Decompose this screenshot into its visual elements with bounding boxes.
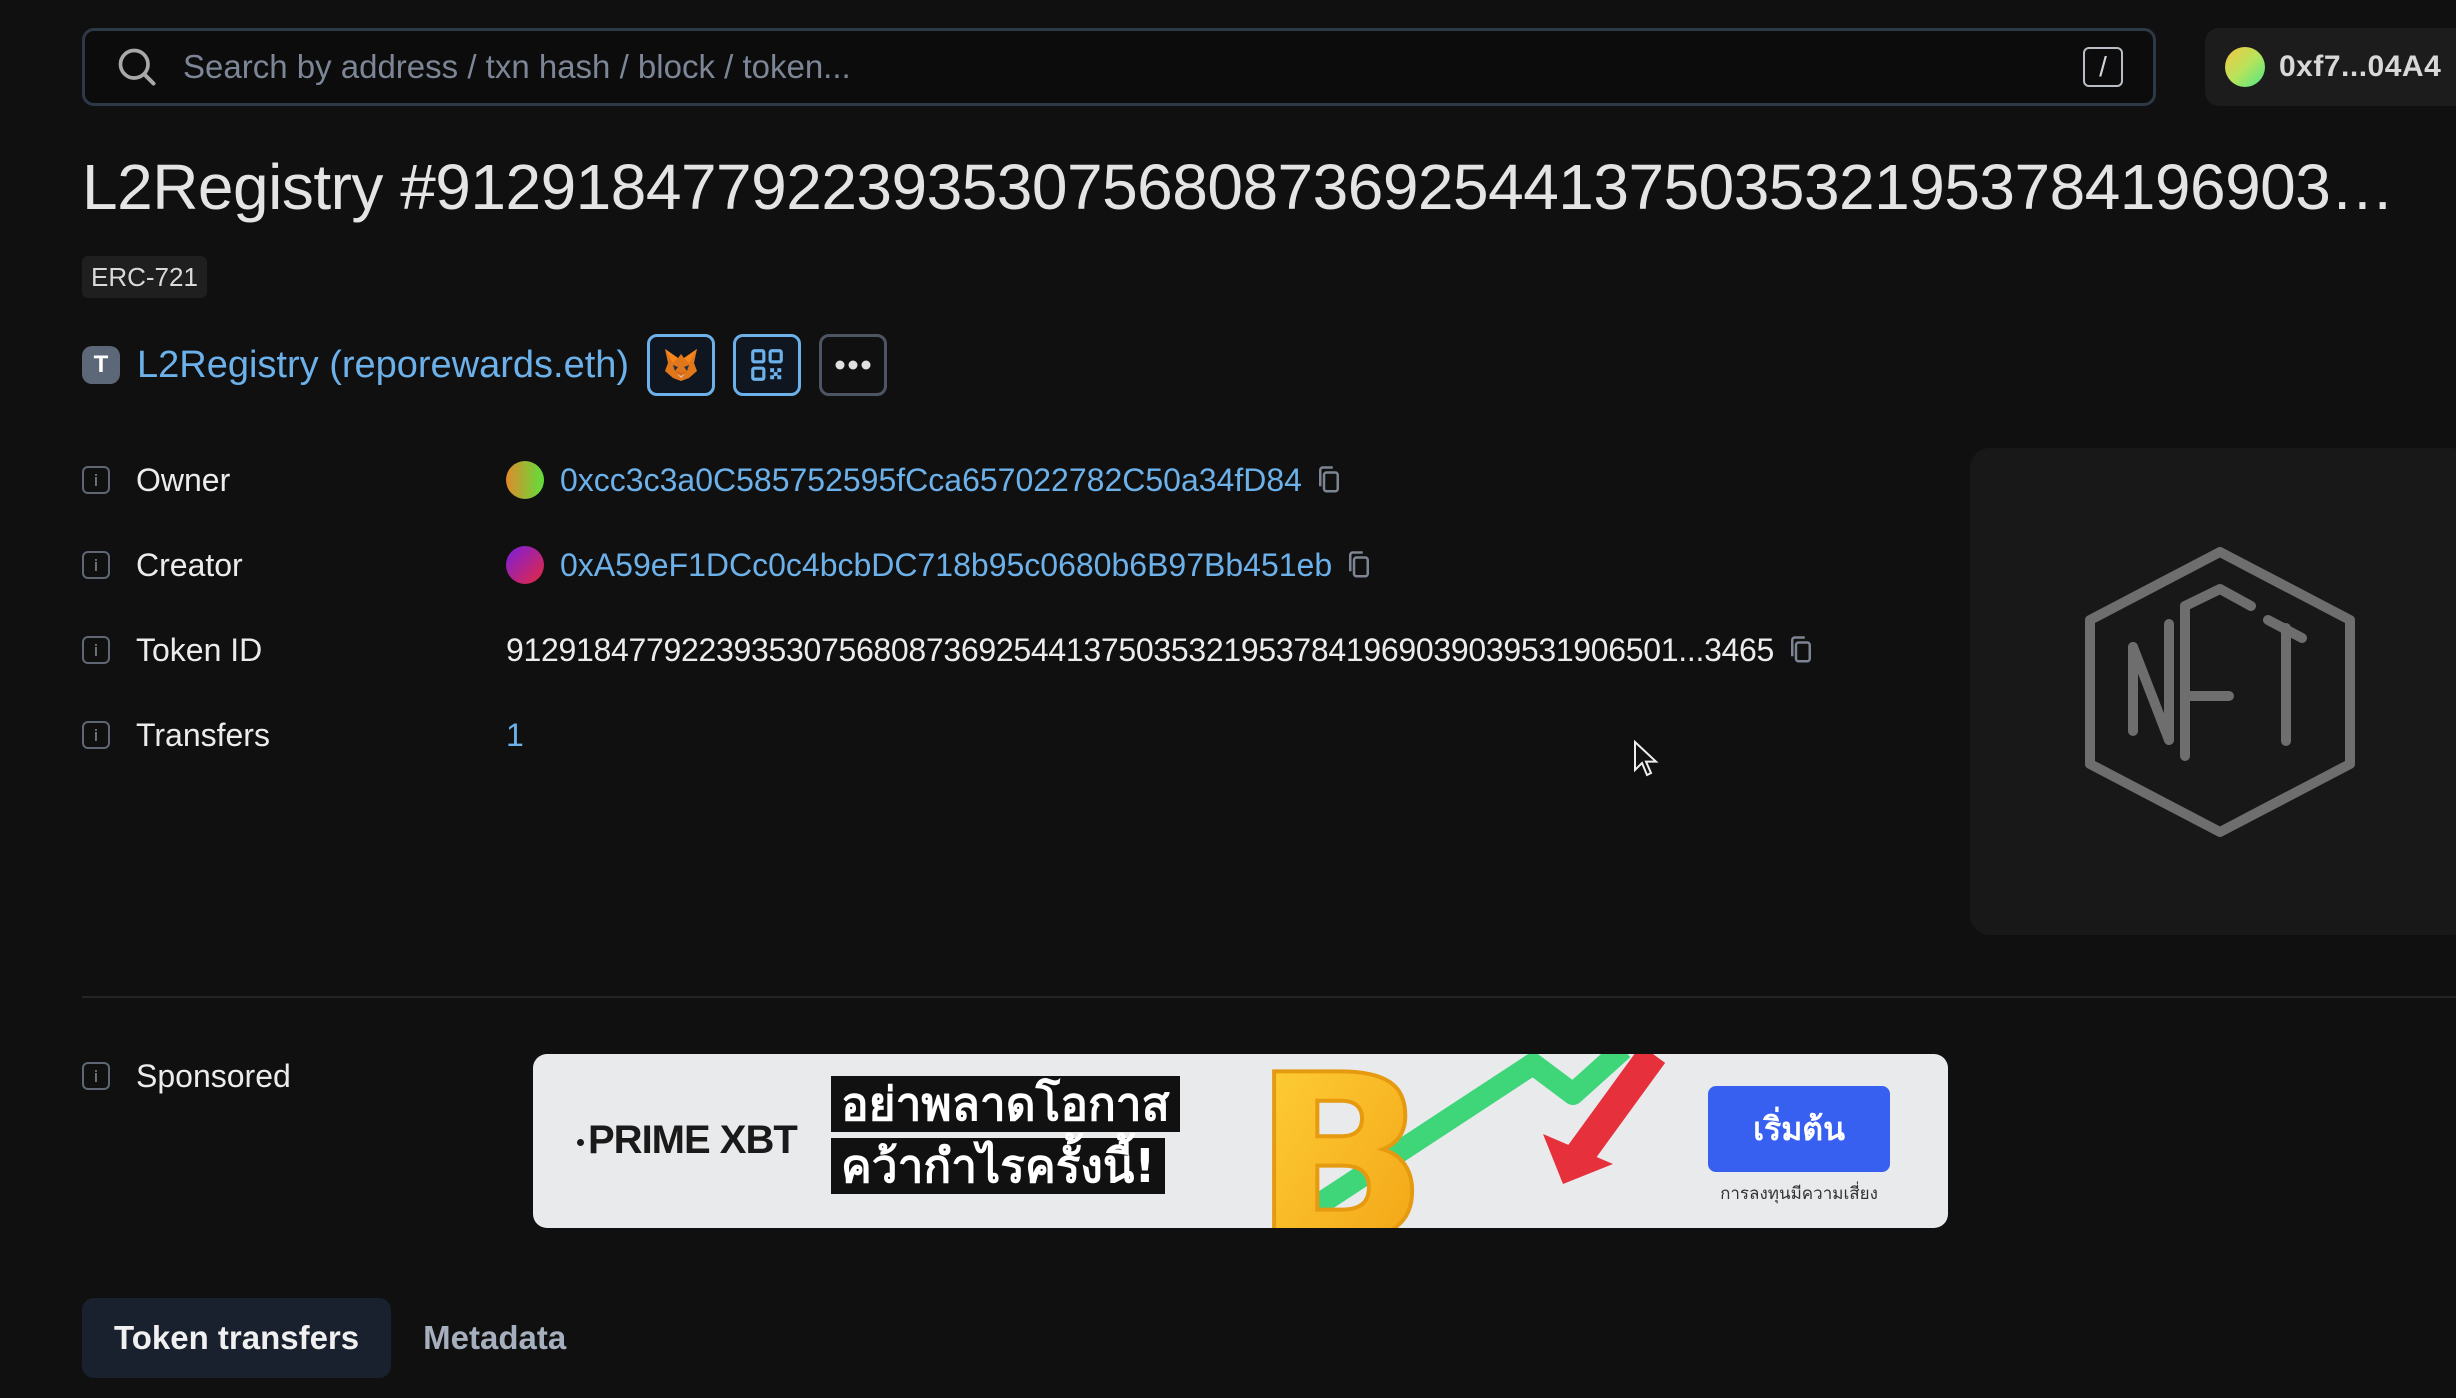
- creator-label: Creator: [136, 546, 243, 583]
- info-icon[interactable]: i: [82, 721, 110, 749]
- keyboard-shortcut-hint: /: [2083, 47, 2123, 87]
- owner-label: Owner: [136, 461, 231, 498]
- ad-headline-line2: คว้ากำไรครั้งนี้!: [831, 1138, 1166, 1194]
- metamask-fox-icon: [665, 349, 698, 381]
- token-standard-badge: ERC-721: [82, 256, 207, 298]
- token-icon: T: [82, 346, 120, 384]
- wallet-button[interactable]: 0xf7...04A4: [2205, 28, 2456, 106]
- token-id-row: i Token ID 91291847792239353075680873692…: [82, 625, 1814, 675]
- svg-text:B: B: [1253, 1054, 1428, 1228]
- tab-token-transfers[interactable]: Token transfers: [82, 1298, 392, 1378]
- info-icon[interactable]: i: [82, 551, 110, 579]
- token-id-label: Token ID: [136, 631, 263, 668]
- ad-brand-logo: PRIME XBT: [577, 1118, 798, 1163]
- more-options-button[interactable]: [819, 334, 888, 396]
- nft-image-placeholder: [1970, 448, 2456, 935]
- ad-disclaimer: การลงทุนมีความเสี่ยง: [1720, 1184, 1878, 1204]
- mouse-cursor-icon: [1634, 740, 1659, 777]
- tab-metadata[interactable]: Metadata: [391, 1298, 598, 1378]
- search-icon: [118, 48, 156, 86]
- owner-address-link[interactable]: 0xcc3c3a0C585752595fCca657022782C50a34fD…: [560, 462, 1302, 499]
- info-icon[interactable]: i: [82, 1062, 110, 1090]
- wallet-address: 0xf7...04A4: [2279, 50, 2442, 83]
- section-divider: [82, 996, 2456, 998]
- sponsored-row: i Sponsored: [82, 1051, 506, 1101]
- page-title: L2Registry #9129184779223935307568087369…: [82, 151, 2394, 223]
- ad-headline-line1: อย่าพลาดโอกาส: [831, 1076, 1180, 1132]
- search-bar[interactable]: /: [82, 28, 2156, 106]
- ellipsis-icon: [835, 360, 871, 370]
- owner-avatar: [506, 461, 544, 499]
- transfers-row: i Transfers 1: [82, 710, 524, 760]
- transfers-label: Transfers: [136, 716, 270, 753]
- sponsored-label: Sponsored: [136, 1057, 291, 1094]
- copy-icon[interactable]: [1788, 635, 1814, 665]
- collection-link[interactable]: L2Registry (reporewards.eth): [137, 344, 629, 387]
- qr-code-button[interactable]: [733, 334, 802, 396]
- copy-icon[interactable]: [1316, 465, 1342, 495]
- creator-row: i Creator 0xA59eF1DCc0c4bcbDC718b95c0680…: [82, 540, 1372, 590]
- owner-row: i Owner 0xcc3c3a0C585752595fCca657022782…: [82, 455, 1342, 505]
- copy-icon[interactable]: [1346, 550, 1372, 580]
- tab-bar: Token transfers Metadata: [82, 1298, 598, 1378]
- creator-address-link[interactable]: 0xA59eF1DCc0c4bcbDC718b95c0680b6B97Bb451…: [560, 547, 1332, 584]
- add-to-metamask-button[interactable]: [647, 334, 716, 396]
- creator-avatar: [506, 546, 544, 584]
- ad-cta-button[interactable]: เริ่มต้น: [1708, 1086, 1890, 1172]
- token-id-value: 9129184779223935307568087369254413750353…: [506, 631, 1775, 668]
- search-input[interactable]: [183, 48, 2083, 86]
- info-icon[interactable]: i: [82, 636, 110, 664]
- qr-code-icon: [751, 349, 783, 381]
- info-icon[interactable]: i: [82, 466, 110, 494]
- transfers-count-link[interactable]: 1: [506, 717, 524, 754]
- sponsored-banner[interactable]: PRIME XBT อย่าพลาดโอกาส คว้ากำไรครั้งนี้…: [533, 1054, 1948, 1228]
- nft-placeholder-icon: [2085, 546, 2355, 837]
- wallet-avatar: [2225, 47, 2265, 87]
- collection-row: T L2Registry (reporewards.eth): [82, 334, 888, 396]
- ad-headline: อย่าพลาดโอกาส คว้ากำไรครั้งนี้!: [831, 1076, 1180, 1194]
